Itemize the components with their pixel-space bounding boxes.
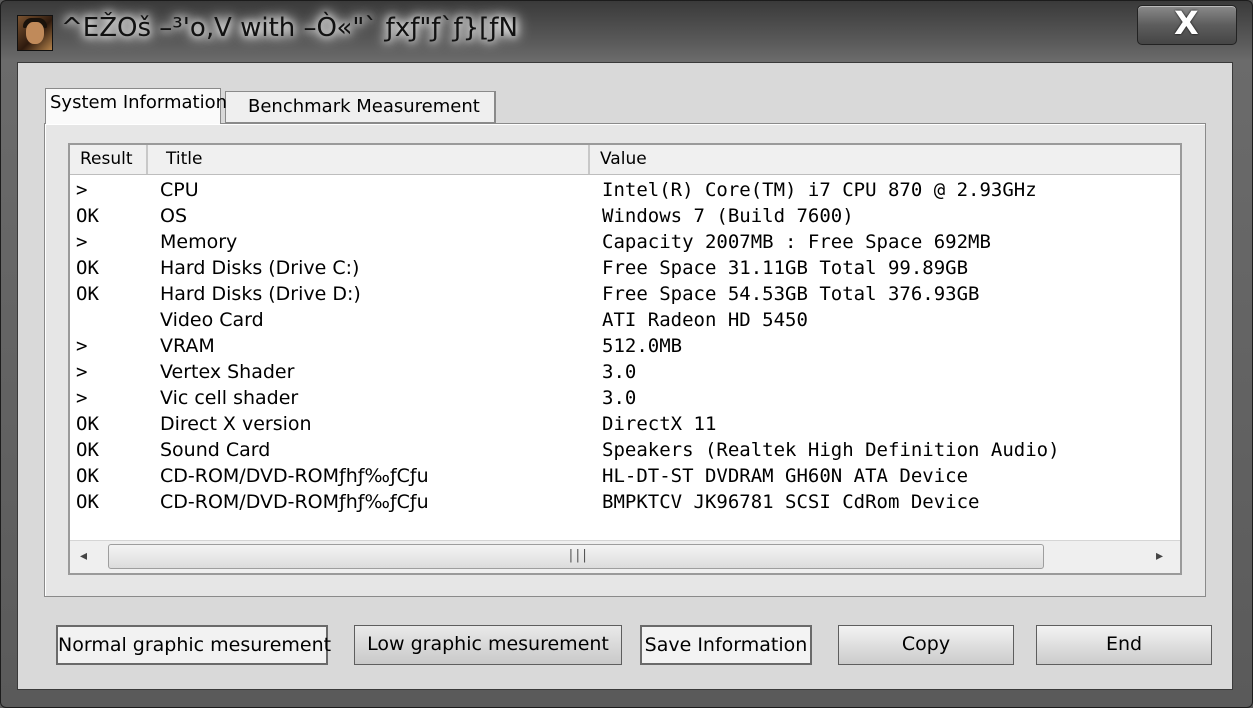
table-row[interactable]: OK OS Windows 7 (Build 7600) (70, 203, 1180, 229)
app-window: ^EŽOš –³'o‚V with –Ò«"` ƒxƒ"ƒ`ƒ}[ƒN X Sy… (0, 0, 1253, 708)
client-area: System Information Benchmark Measurement… (17, 62, 1233, 690)
column-header-result[interactable]: Result (70, 145, 148, 174)
column-header-title[interactable]: Title (150, 145, 590, 174)
title-cell: VRAM (160, 335, 215, 357)
table-row[interactable]: OK Hard Disks (Drive C:) Free Space 31.11G… (70, 255, 1180, 281)
title-cell: Sound Card (160, 439, 271, 461)
value-cell: Speakers (Realtek High Definition Audio) (602, 439, 1060, 461)
title-cell: CD-ROM/DVD-ROMƒhƒ‰ƒCƒu (160, 491, 429, 513)
title-cell: Direct X version (160, 413, 312, 435)
value-cell: 512.0MB (602, 335, 683, 357)
value-cell: DirectX 11 (602, 413, 717, 435)
tab-panel: Result Title Value > CPU Intel(R) Core(TM)… (44, 123, 1206, 597)
table-row[interactable]: OK CD-ROM/DVD-ROMƒhƒ‰ƒCƒu HL-DT-ST DVDRAM … (70, 463, 1180, 489)
grip-icon: ||| (567, 548, 589, 563)
value-cell: 3.0 (602, 361, 637, 383)
result-cell: > (76, 179, 88, 201)
list-rows: > CPU Intel(R) Core(TM) i7 CPU 870 @ 2.93G… (70, 177, 1180, 515)
title-cell: CPU (160, 179, 199, 201)
result-cell: > (76, 361, 88, 383)
title-cell: Hard Disks (Drive D:) (160, 283, 361, 305)
result-cell: > (76, 335, 88, 357)
value-cell: ATI Radeon HD 5450 (602, 309, 808, 331)
copy-button[interactable]: Copy (838, 625, 1014, 665)
close-icon: X (1174, 4, 1199, 42)
title-cell: Vic cell shader (160, 387, 299, 409)
title-cell: OS (160, 205, 188, 227)
value-cell: Free Space 54.53GB Total 376.93GB (602, 283, 980, 305)
value-cell: BMPKTCV JK96781 SCSI CdRom Device (602, 491, 980, 513)
end-button[interactable]: End (1036, 625, 1212, 665)
horizontal-scrollbar[interactable]: ◂ ||| ▸ (70, 540, 1180, 573)
scrollbar-thumb[interactable]: ||| (108, 544, 1044, 569)
window-title: ^EŽOš –³'o‚V with –Ò«"` ƒxƒ"ƒ`ƒ}[ƒN (61, 13, 518, 43)
result-cell: > (76, 231, 88, 253)
result-cell: OK (76, 283, 99, 305)
title-cell: Hard Disks (Drive C:) (160, 257, 360, 279)
result-cell: OK (76, 465, 99, 487)
table-row[interactable]: OK Hard Disks (Drive D:) Free Space 54.53G… (70, 281, 1180, 307)
value-cell: Intel(R) Core(TM) i7 CPU 870 @ 2.93GHz (602, 179, 1037, 201)
value-cell: HL-DT-ST DVDRAM GH60N ATA Device (602, 465, 969, 487)
list-header: Result Title Value (70, 145, 1180, 175)
scroll-right-icon[interactable]: ▸ (1156, 548, 1163, 564)
table-row[interactable]: > CPU Intel(R) Core(TM) i7 CPU 870 @ 2.93G… (70, 177, 1180, 203)
table-row[interactable]: Video Card ATI Radeon HD 5450 (70, 307, 1180, 333)
system-info-list[interactable]: Result Title Value > CPU Intel(R) Core(TM)… (68, 143, 1182, 575)
close-button[interactable]: X (1137, 4, 1237, 45)
value-cell: Windows 7 (Build 7600) (602, 205, 854, 227)
title-bar[interactable]: ^EŽOš –³'o‚V with –Ò«"` ƒxƒ"ƒ`ƒ}[ƒN X (1, 1, 1253, 61)
table-row[interactable]: OK CD-ROM/DVD-ROMƒhƒ‰ƒCƒu BMPKTCV JK96781 … (70, 489, 1180, 515)
save-information-button[interactable]: Save Information (640, 625, 812, 665)
scroll-left-icon[interactable]: ◂ (80, 548, 87, 564)
title-cell: CD-ROM/DVD-ROMƒhƒ‰ƒCƒu (160, 465, 429, 487)
table-row[interactable]: OK Direct X version DirectX 11 (70, 411, 1180, 437)
tab-system-information[interactable]: System Information (45, 88, 227, 124)
result-cell: OK (76, 205, 99, 227)
normal-graphic-measurement-button[interactable]: Normal graphic mesurement (56, 625, 331, 665)
table-row[interactable]: > Vertex Shader 3.0 (70, 359, 1180, 385)
app-icon (17, 15, 53, 51)
value-cell: 3.0 (602, 387, 637, 409)
title-cell: Memory (160, 231, 238, 253)
result-cell: OK (76, 491, 99, 513)
low-graphic-measurement-button[interactable]: Low graphic mesurement (354, 625, 622, 665)
column-header-value[interactable]: Value (592, 145, 1180, 174)
table-row[interactable]: OK Sound Card Speakers (Realtek High Defin… (70, 437, 1180, 463)
result-cell: > (76, 387, 88, 409)
result-cell: OK (76, 257, 99, 279)
value-cell: Free Space 31.11GB Total 99.89GB (602, 257, 969, 279)
title-cell: Video Card (160, 309, 264, 331)
table-row[interactable]: > VRAM 512.0MB (70, 333, 1180, 359)
result-cell: OK (76, 413, 99, 435)
value-cell: Capacity 2007MB : Free Space 692MB (602, 231, 991, 253)
table-row[interactable]: > Vic cell shader 3.0 (70, 385, 1180, 411)
tab-benchmark-measurement[interactable]: Benchmark Measurement (225, 91, 496, 123)
result-cell: OK (76, 439, 99, 461)
table-row[interactable]: > Memory Capacity 2007MB : Free Space 692M… (70, 229, 1180, 255)
title-cell: Vertex Shader (160, 361, 295, 383)
